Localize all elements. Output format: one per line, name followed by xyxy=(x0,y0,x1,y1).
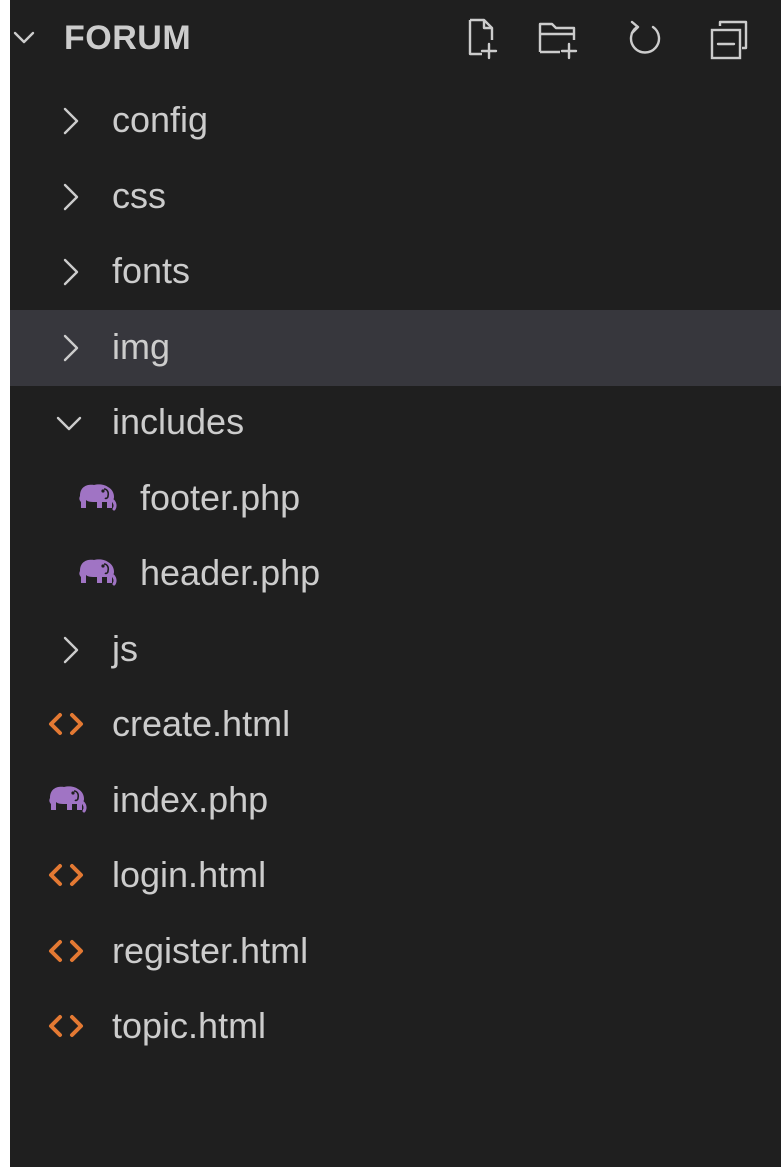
new-folder-button[interactable] xyxy=(534,14,586,66)
tree-item-label: index.php xyxy=(112,778,269,820)
explorer-panel: FORUM config css fonts img includes foot… xyxy=(10,0,781,1167)
chevron-right-icon[interactable] xyxy=(56,635,86,665)
collapse-all-button[interactable] xyxy=(704,14,756,66)
html-brackets-icon xyxy=(44,857,88,893)
tree-item-label: fonts xyxy=(112,250,191,291)
chevron-down-icon[interactable] xyxy=(54,408,84,438)
php-elephant-icon xyxy=(74,555,118,591)
html-brackets-icon xyxy=(44,706,88,742)
chevron-right-icon[interactable] xyxy=(56,333,86,363)
php-elephant-icon xyxy=(44,782,88,818)
php-elephant-icon xyxy=(74,480,118,516)
collapse-all-icon xyxy=(710,20,748,60)
tree-item-label: create.html xyxy=(112,703,291,744)
tree-folder-config[interactable]: config xyxy=(10,83,781,159)
chevron-right-icon[interactable] xyxy=(56,182,86,212)
tree-item-label: js xyxy=(112,627,138,669)
tree-item-label: footer.php xyxy=(140,476,301,518)
tree-item-label: topic.html xyxy=(112,1005,267,1046)
html-brackets-icon xyxy=(44,1008,88,1044)
tree-file-topic-html[interactable]: topic.html xyxy=(10,989,781,1065)
tree-folder-fonts[interactable]: fonts xyxy=(10,234,781,310)
tree-file-register-html[interactable]: register.html xyxy=(10,914,781,990)
tree-file-login-html[interactable]: login.html xyxy=(10,838,781,914)
tree-item-label: login.html xyxy=(112,854,267,895)
tree-file-footer-php[interactable]: footer.php xyxy=(10,461,781,537)
html-brackets-icon xyxy=(44,933,88,969)
explorer-header[interactable]: FORUM xyxy=(10,0,781,80)
chevron-down-icon[interactable] xyxy=(12,26,36,50)
new-folder-icon xyxy=(538,22,578,60)
chevron-right-icon[interactable] xyxy=(56,257,86,287)
tree-item-label: header.php xyxy=(140,552,321,593)
refresh-icon xyxy=(629,20,661,54)
tree-file-header-php[interactable]: header.php xyxy=(10,536,781,612)
refresh-button[interactable] xyxy=(620,14,672,66)
new-file-button[interactable] xyxy=(456,14,508,66)
tree-item-label: config xyxy=(112,99,209,140)
chevron-right-icon[interactable] xyxy=(56,106,86,136)
tree-file-index-php[interactable]: index.php xyxy=(10,763,781,839)
tree-folder-includes[interactable]: includes xyxy=(10,385,781,461)
tree-folder-js[interactable]: js xyxy=(10,612,781,688)
tree-item-label: register.html xyxy=(112,929,309,971)
tree-item-label: includes xyxy=(112,401,245,442)
tree-file-create-html[interactable]: create.html xyxy=(10,687,781,763)
tree-item-label: img xyxy=(112,325,171,367)
tree-item-label: css xyxy=(112,174,166,216)
tree-folder-css[interactable]: css xyxy=(10,159,781,235)
tree-folder-img[interactable]: img xyxy=(10,309,781,386)
new-file-icon xyxy=(468,18,498,60)
explorer-title: FORUM xyxy=(64,19,192,57)
